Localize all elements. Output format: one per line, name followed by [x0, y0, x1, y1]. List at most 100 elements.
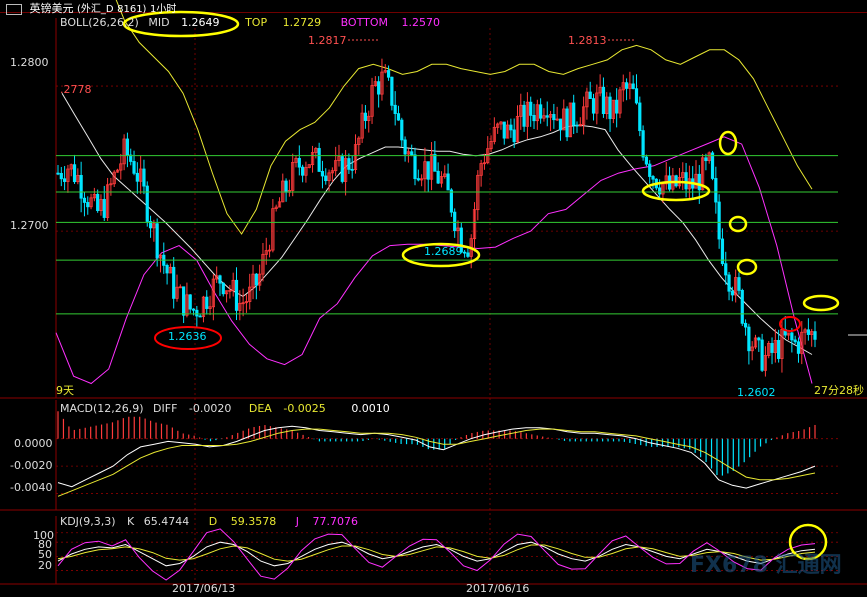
candle [548, 110, 553, 131]
dea-value: -0.0025 [283, 402, 326, 415]
candle [453, 208, 457, 238]
candle [456, 220, 460, 245]
candle [568, 102, 572, 138]
period-name: 1小时 [149, 4, 177, 15]
candle-body [740, 289, 744, 324]
candle-body [377, 81, 381, 95]
candle [330, 167, 334, 182]
candle [125, 132, 130, 168]
candle [274, 204, 278, 212]
candle [314, 146, 318, 159]
candle [628, 71, 632, 100]
mid-label: MID [148, 16, 170, 29]
candle [386, 65, 391, 81]
candle-body [813, 331, 817, 340]
candle [644, 154, 649, 167]
macd-value: 0.0010 [351, 402, 390, 415]
candle [651, 174, 655, 190]
candle [380, 58, 384, 101]
candle [182, 286, 186, 324]
d-value: 59.3578 [230, 515, 277, 528]
candle [757, 336, 761, 352]
k-label: K [127, 515, 135, 528]
candle [99, 194, 103, 216]
candle [585, 87, 589, 120]
candle [611, 99, 615, 124]
candle-body [347, 158, 351, 170]
candle [367, 110, 371, 133]
candle-body [340, 156, 344, 182]
candle-body [102, 198, 106, 218]
candle [743, 319, 748, 336]
candle [605, 92, 609, 120]
kdj-header: KDJ(9,3,3) K 65.4744 D 59.3578 J 77.7076 [60, 515, 358, 528]
candle [132, 150, 136, 176]
candle [466, 248, 470, 258]
candle-body [575, 124, 579, 127]
candle [638, 96, 642, 137]
candle-body [638, 102, 642, 132]
candle-body [714, 178, 718, 203]
candle [343, 150, 348, 196]
candle-body [539, 104, 543, 119]
candle [231, 272, 235, 297]
candle [552, 103, 556, 129]
candle [479, 159, 483, 187]
candle-body [56, 172, 60, 175]
candle [740, 288, 744, 326]
candle [578, 117, 582, 127]
candle-body [125, 138, 130, 156]
candle [258, 264, 262, 291]
candle [115, 168, 120, 173]
candle [393, 91, 397, 126]
candle-body [806, 329, 810, 335]
candle [760, 333, 764, 373]
candle-body [403, 139, 407, 155]
low-c-label: 1.2602 [737, 386, 776, 399]
window-icon[interactable] [6, 3, 22, 15]
candle [648, 160, 652, 184]
candle [446, 163, 450, 191]
candle [201, 295, 206, 323]
bottom-label: BOTTOM [340, 16, 388, 29]
candle [591, 93, 596, 121]
candle [195, 305, 199, 328]
candle-body [793, 339, 797, 343]
diff-value: -0.0020 [188, 402, 232, 415]
mid-value: 1.2649 [181, 16, 220, 29]
candle-body [297, 157, 301, 168]
candle [519, 93, 523, 130]
current-circle [779, 316, 801, 332]
candle-body [697, 173, 701, 191]
macd-panel [57, 411, 816, 497]
candle-body [165, 264, 169, 274]
candle [86, 196, 90, 215]
candle-body [155, 223, 159, 259]
candle [360, 104, 364, 143]
top-value: 1.2729 [282, 16, 322, 29]
candle [396, 105, 401, 121]
candle-body [413, 154, 417, 179]
candle-body [730, 290, 734, 296]
candle-body [641, 130, 645, 158]
candle [334, 146, 338, 177]
candle [486, 136, 490, 165]
forex-chart[interactable]: 1.2800 1.2700 0.0000 -0.0020 -0.0040 100… [0, 0, 867, 597]
title-bar: 英镑美元 (外汇_D 8161) 1小时 [6, 0, 176, 16]
candle [416, 169, 420, 182]
candle-body [757, 337, 761, 341]
boll-header: BOLL(26,26,2) MID 1.2649 TOP 1.2729 BOTT… [60, 16, 440, 29]
candle-body [743, 322, 748, 328]
date-label-2: 2017/06/16 [466, 582, 529, 595]
candle [297, 145, 301, 176]
candle-body [532, 114, 536, 122]
macd-tick-1: 0.0000 [14, 437, 53, 450]
mid-band-line [61, 93, 813, 355]
candle [542, 108, 546, 122]
candle-body [591, 98, 596, 114]
candle-body [145, 185, 149, 222]
candle-body [82, 197, 87, 203]
candle [502, 121, 506, 145]
candle [357, 136, 361, 155]
breakdown-circle-3 [736, 258, 758, 276]
